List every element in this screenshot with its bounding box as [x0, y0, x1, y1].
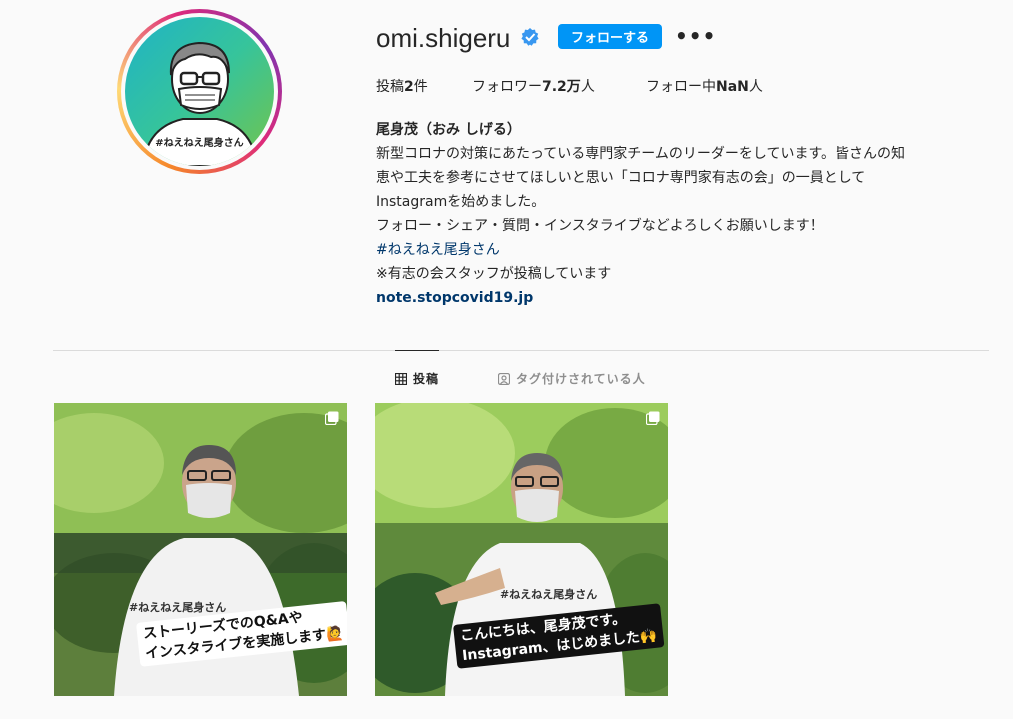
bio-line: ※有志の会スタッフが投稿しています: [376, 266, 612, 282]
bio-line: Instagramを始めました。: [376, 194, 546, 210]
following-link[interactable]: フォロー中NaN人: [646, 76, 763, 96]
tab-posts-label: 投稿: [413, 372, 440, 386]
post-thumbnail[interactable]: #ねえねえ尾身さん こんにちは、尾身茂です。 Instagram、はじめました🙌: [375, 403, 668, 696]
following-unit: 人: [748, 79, 763, 95]
tabs-divider: [53, 350, 989, 351]
profile-full-name: 尾身茂（おみ しげる）: [376, 122, 521, 138]
post-thumbnail[interactable]: #ねえねえ尾身さん ストーリーズでのQ&Aや インスタライブを実施します🙋: [54, 403, 347, 696]
avatar-caption: #ねえねえ尾身さん: [155, 138, 244, 149]
bio-line: フォロー・シェア・質問・インスタライブなどよろしくお願いします！: [376, 218, 824, 234]
multiple-posts-icon: [646, 411, 660, 425]
followers-value: 7.2万: [542, 79, 581, 95]
posts-unit: 件: [413, 79, 428, 95]
followers-label: フォロワー: [472, 79, 542, 95]
verified-badge-icon: [521, 28, 539, 46]
tab-tagged-label: タグ付けされている人: [516, 372, 646, 386]
multiple-posts-icon: [325, 411, 339, 425]
shirt-text: #ねえねえ尾身さん: [129, 601, 227, 614]
following-label: フォロー中: [646, 79, 716, 95]
followers-unit: 人: [580, 79, 595, 95]
tab-posts[interactable]: 投稿: [395, 370, 439, 387]
tab-tagged[interactable]: タグ付けされている人: [498, 370, 646, 387]
bio-line: 新型コロナの対策にあたっている専門家チームのリーダーをしています。皆さんの知: [376, 146, 906, 162]
active-tab-indicator: [395, 350, 439, 351]
bio-hashtag-link[interactable]: #ねえねえ尾身さん: [376, 238, 996, 262]
posts-value: 2: [404, 79, 414, 95]
profile-avatar[interactable]: #ねえねえ尾身さん: [117, 9, 282, 174]
tagged-person-icon: [498, 372, 510, 385]
posts-label: 投稿: [376, 79, 404, 95]
followers-link[interactable]: フォロワー7.2万人: [472, 76, 595, 96]
profile-bio: 尾身茂（おみ しげる） 新型コロナの対策にあたっている専門家チームのリーダーをし…: [376, 118, 996, 310]
bio-website-link[interactable]: note.stopcovid19.jp: [376, 286, 996, 310]
follow-button[interactable]: フォローする: [558, 24, 662, 49]
avatar-illustration: #ねえねえ尾身さん: [125, 17, 274, 166]
posts-count: 投稿2件: [376, 76, 428, 96]
shirt-text: #ねえねえ尾身さん: [500, 588, 598, 601]
bio-line: 恵や工夫を参考にさせてほしいと思い「コロナ専門家有志の会」の一員として: [376, 170, 866, 186]
following-value: NaN: [716, 79, 749, 95]
profile-username: omi.shigeru: [376, 23, 511, 53]
more-options-icon[interactable]: •••: [675, 24, 716, 48]
grid-icon: [395, 372, 407, 385]
